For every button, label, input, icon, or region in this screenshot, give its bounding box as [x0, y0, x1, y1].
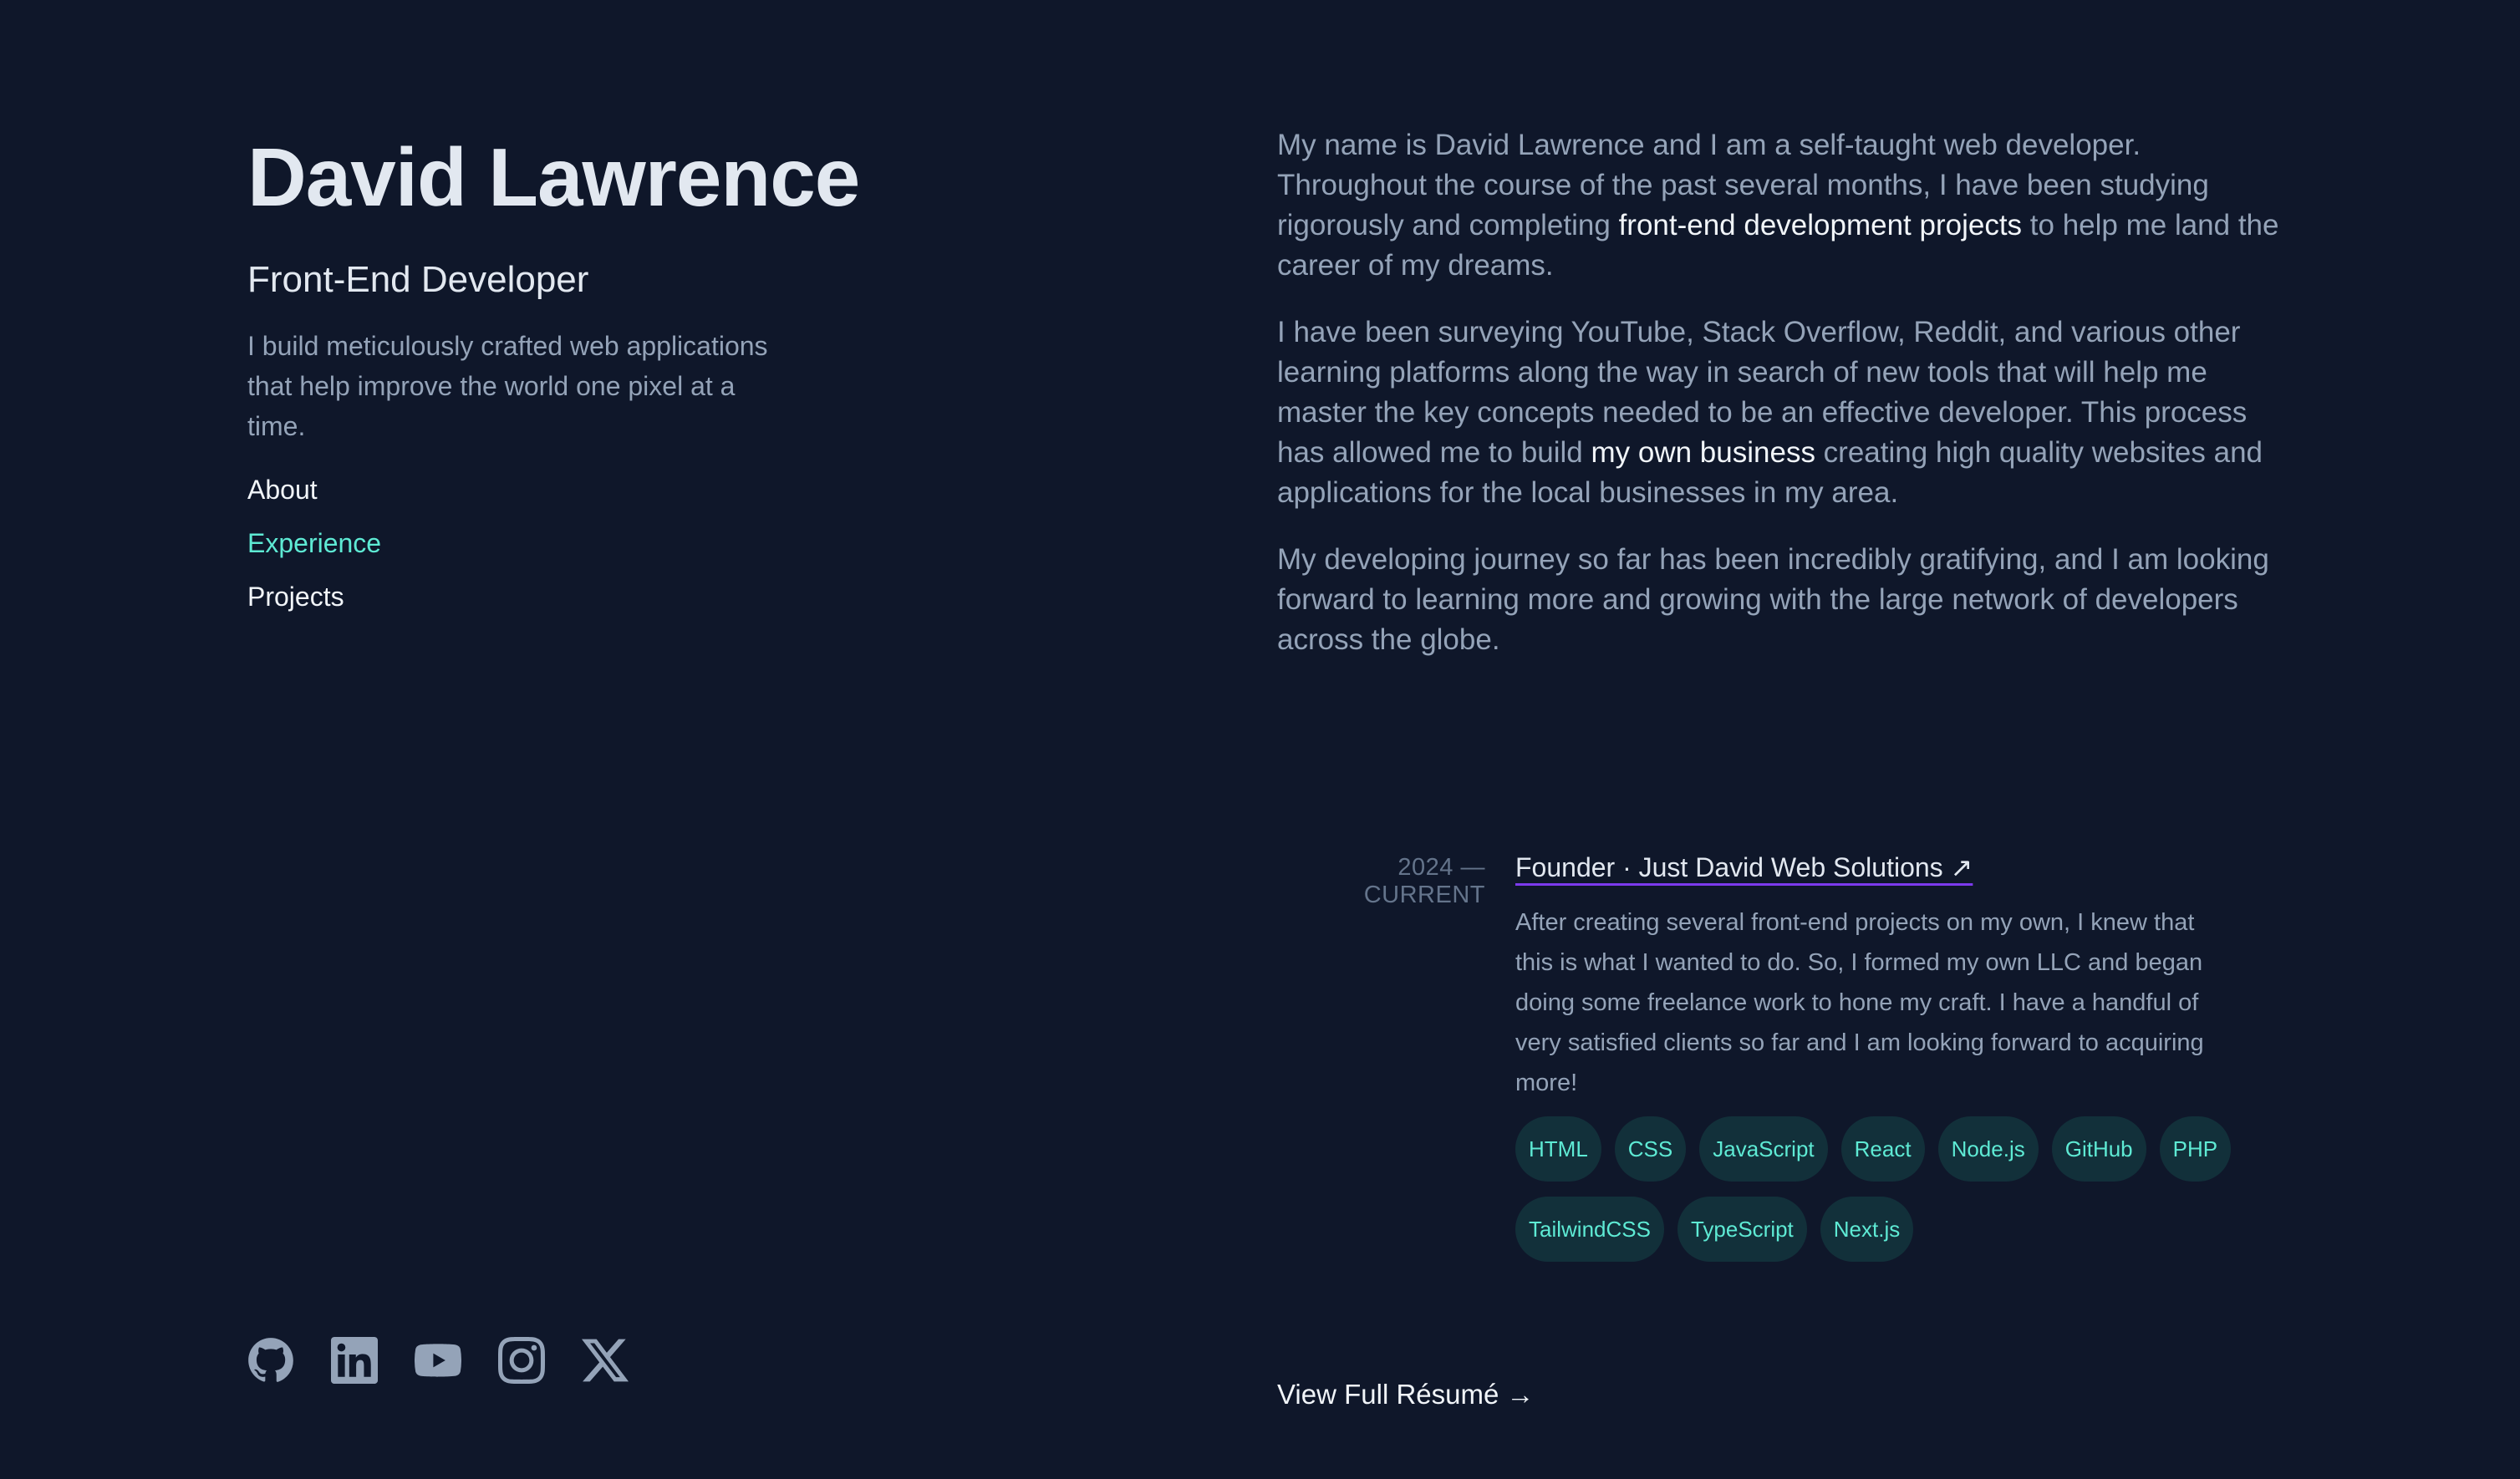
nav-about[interactable]: About — [247, 470, 1000, 510]
experience-title-link[interactable]: Founder · Just David Web Solutions ↗ — [1515, 846, 1973, 889]
profile-tagline: I build meticulously crafted web applica… — [247, 331, 768, 441]
experience-body: Founder · Just David Web Solutions ↗ Aft… — [1515, 846, 2280, 1262]
experience-description: After creating several front-end project… — [1515, 909, 2204, 1096]
tech-tag: Next.js — [1820, 1197, 1914, 1262]
experience-item: 2024 — CURRENT Founder · Just David Web … — [1277, 846, 2280, 1262]
youtube-icon[interactable] — [415, 1337, 461, 1384]
tech-tags: HTML CSS JavaScript React Node.js GitHub… — [1515, 1116, 2234, 1262]
github-icon[interactable] — [247, 1337, 294, 1384]
tech-tag: Node.js — [1937, 1116, 2039, 1182]
tech-tag: PHP — [2159, 1116, 2232, 1182]
tech-tag: React — [1840, 1116, 1925, 1182]
about-section: My name is David Lawrence and I am a sel… — [1277, 125, 2280, 687]
instagram-icon[interactable] — [498, 1337, 545, 1384]
linkedin-icon[interactable] — [331, 1337, 378, 1384]
tech-tag: CSS — [1614, 1116, 1687, 1182]
projects-link[interactable]: front-end development projects — [1619, 209, 2023, 241]
x-icon[interactable] — [582, 1337, 629, 1384]
about-paragraph-2: I have been surveying YouTube, Stack Ove… — [1277, 316, 2263, 509]
tech-tag: JavaScript — [1699, 1116, 1828, 1182]
view-resume-link[interactable]: View Full Résumé → — [1277, 1379, 1535, 1410]
tech-tag: TailwindCSS — [1515, 1197, 1664, 1262]
tech-tag: GitHub — [2051, 1116, 2146, 1182]
nav-experience[interactable]: Experience — [247, 523, 1000, 563]
nav-projects[interactable]: Projects — [247, 577, 1000, 617]
experience-date: 2024 — CURRENT — [1363, 854, 1485, 908]
tech-tag: HTML — [1515, 1116, 1601, 1182]
profile-name: David Lawrence — [247, 131, 860, 223]
tech-tag: TypeScript — [1677, 1197, 1807, 1262]
business-link[interactable]: my own business — [1591, 436, 1815, 469]
profile-header: David Lawrence Front-End Developer I bui… — [247, 125, 1000, 630]
profile-role: Front-End Developer — [247, 259, 589, 300]
about-paragraph-3: My developing journey so far has been in… — [1277, 543, 2269, 656]
main-nav: About Experience Projects — [247, 470, 1000, 617]
about-paragraph-1: My name is David Lawrence and I am a sel… — [1277, 129, 2279, 282]
social-links — [247, 1337, 629, 1384]
